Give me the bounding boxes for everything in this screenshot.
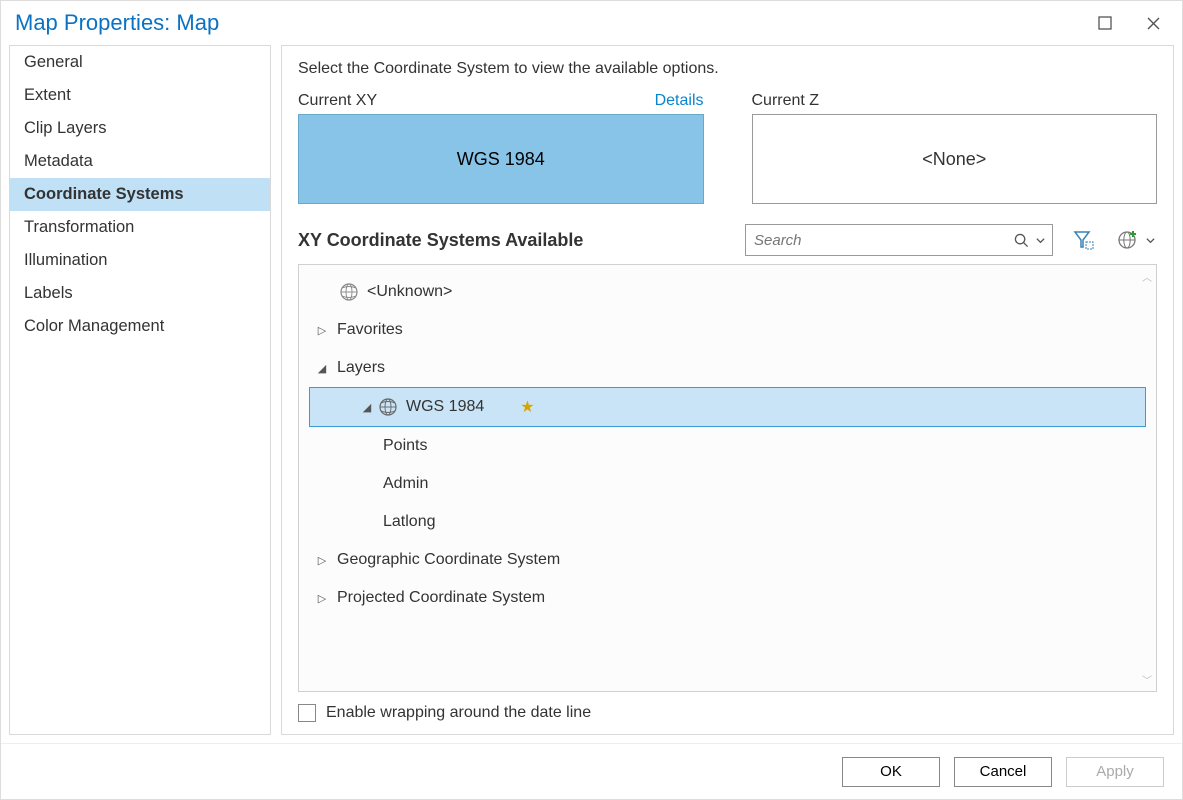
tree-label: <Unknown>: [367, 283, 452, 301]
search-input[interactable]: [746, 228, 1014, 253]
current-cs-row: Current XY Details WGS 1984 Current Z <N…: [298, 92, 1157, 204]
tree-label: Admin: [383, 475, 428, 493]
globe-icon: [337, 282, 361, 302]
tree-label: Layers: [337, 359, 385, 377]
available-toolbar: XY Coordinate Systems Available: [298, 224, 1157, 256]
tree-item-points[interactable]: Points: [299, 427, 1156, 465]
favorite-star-icon[interactable]: ★: [520, 397, 534, 417]
sidebar-item-general[interactable]: General: [10, 46, 270, 79]
tree-item-pcs[interactable]: ▷ Projected Coordinate System: [299, 579, 1156, 617]
collapse-icon[interactable]: ◢: [358, 401, 376, 414]
cancel-button[interactable]: Cancel: [954, 757, 1052, 787]
tree-label: Latlong: [383, 513, 436, 531]
tree-item-latlong[interactable]: Latlong: [299, 503, 1156, 541]
dialog-title: Map Properties: Map: [15, 10, 219, 36]
current-z-value: <None>: [922, 149, 986, 170]
map-properties-dialog: Map Properties: Map General Extent Clip …: [0, 0, 1183, 800]
sidebar-item-metadata[interactable]: Metadata: [10, 145, 270, 178]
dateline-checkbox[interactable]: [298, 704, 316, 722]
globe-icon: [376, 397, 400, 417]
search-dropdown-icon[interactable]: [1035, 235, 1046, 246]
intro-text: Select the Coordinate System to view the…: [298, 60, 1157, 78]
current-z-label: Current Z: [752, 92, 820, 110]
content-panel: Select the Coordinate System to view the…: [281, 45, 1174, 735]
window-controls: [1096, 14, 1174, 32]
sidebar-item-illumination[interactable]: Illumination: [10, 244, 270, 277]
coordinate-systems-tree[interactable]: ︿ <Unknown> ▷ Favorites ◢ Layers ◢: [298, 264, 1157, 692]
tree-item-layers[interactable]: ◢ Layers: [299, 349, 1156, 387]
current-z-block: Current Z <None>: [752, 92, 1158, 204]
scroll-up-icon[interactable]: ︿: [1142, 269, 1152, 284]
details-link[interactable]: Details: [655, 92, 704, 110]
dateline-row: Enable wrapping around the date line: [298, 692, 1157, 722]
current-xy-label: Current XY: [298, 92, 377, 110]
maximize-button[interactable]: [1096, 14, 1114, 32]
tree-label: Points: [383, 437, 427, 455]
sidebar-item-transformation[interactable]: Transformation: [10, 211, 270, 244]
available-title: XY Coordinate Systems Available: [298, 230, 583, 251]
add-cs-dropdown-icon[interactable]: [1143, 227, 1157, 253]
expand-icon[interactable]: ▷: [313, 324, 331, 337]
sidebar-item-extent[interactable]: Extent: [10, 79, 270, 112]
tree-item-unknown[interactable]: <Unknown>: [299, 273, 1156, 311]
tree-item-favorites[interactable]: ▷ Favorites: [299, 311, 1156, 349]
dialog-footer: OK Cancel Apply: [1, 743, 1182, 799]
scroll-down-icon[interactable]: ﹀: [1142, 672, 1152, 687]
titlebar: Map Properties: Map: [1, 1, 1182, 45]
current-xy-box[interactable]: WGS 1984: [298, 114, 704, 204]
collapse-icon[interactable]: ◢: [313, 362, 331, 375]
category-sidebar: General Extent Clip Layers Metadata Coor…: [9, 45, 271, 735]
add-coordinate-system-button[interactable]: [1115, 227, 1141, 253]
close-button[interactable]: [1144, 14, 1162, 32]
spatial-filter-button[interactable]: [1071, 227, 1097, 253]
expand-icon[interactable]: ▷: [313, 592, 331, 605]
sidebar-item-color-management[interactable]: Color Management: [10, 310, 270, 343]
ok-button[interactable]: OK: [842, 757, 940, 787]
current-xy-value: WGS 1984: [457, 149, 545, 170]
expand-icon[interactable]: ▷: [313, 554, 331, 567]
dateline-label: Enable wrapping around the date line: [326, 704, 591, 722]
search-icon[interactable]: [1014, 233, 1029, 248]
tree-label: Projected Coordinate System: [337, 589, 545, 607]
current-z-box[interactable]: <None>: [752, 114, 1158, 204]
search-box[interactable]: [745, 224, 1053, 256]
tree-label: Geographic Coordinate System: [337, 551, 560, 569]
tree-label: WGS 1984: [406, 398, 484, 416]
apply-button: Apply: [1066, 757, 1164, 787]
sidebar-item-coordinate-systems[interactable]: Coordinate Systems: [10, 178, 270, 211]
tree-item-gcs[interactable]: ▷ Geographic Coordinate System: [299, 541, 1156, 579]
sidebar-item-clip-layers[interactable]: Clip Layers: [10, 112, 270, 145]
tree-label: Favorites: [337, 321, 403, 339]
tree-item-admin[interactable]: Admin: [299, 465, 1156, 503]
current-xy-block: Current XY Details WGS 1984: [298, 92, 704, 204]
sidebar-item-labels[interactable]: Labels: [10, 277, 270, 310]
tree-item-wgs1984[interactable]: ◢ WGS 1984 ★: [309, 387, 1146, 427]
